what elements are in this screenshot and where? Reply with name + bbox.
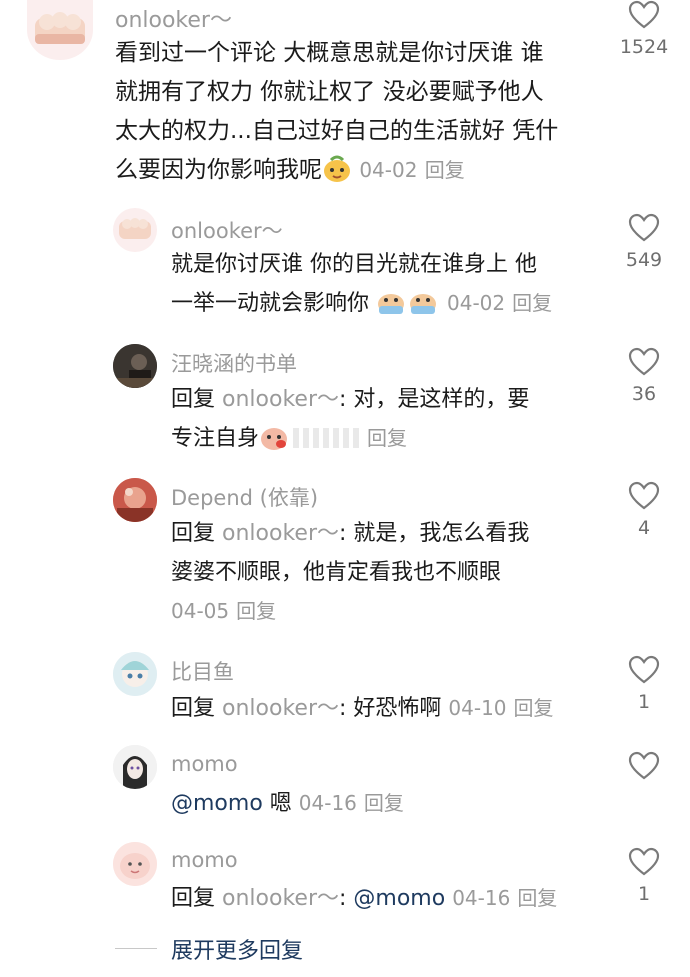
like-count: 549 <box>625 249 663 271</box>
username[interactable]: onlooker～ <box>171 215 283 245</box>
like-button[interactable] <box>614 751 674 781</box>
like-button[interactable]: 1 <box>614 847 674 905</box>
like-count: 36 <box>631 383 657 405</box>
reply-target-username[interactable]: onlooker～ <box>222 886 339 911</box>
heart-icon <box>628 655 660 684</box>
comment-line: 一举一动就会影响你 <box>171 291 370 316</box>
avatar[interactable] <box>113 344 157 388</box>
colon: : <box>339 886 354 911</box>
avatar[interactable] <box>113 478 157 522</box>
username[interactable]: 比目鱼 <box>171 656 234 686</box>
emoji-sticker-icon <box>322 155 352 196</box>
comment-date: 04-16 <box>452 886 511 910</box>
reply-prefix: 回复 <box>171 521 216 546</box>
expand-more-replies[interactable]: 展开更多回复 <box>115 933 455 964</box>
comment-line: 么要因为你影响我呢 <box>115 157 322 183</box>
reply-target-username[interactable]: onlooker～ <box>222 521 339 546</box>
comment-text: 回复 onlooker～: 对，是这样的，要 专注自身 回复 <box>171 380 529 464</box>
like-button[interactable]: 36 <box>614 347 674 405</box>
avatar[interactable] <box>27 0 93 60</box>
comment-line: : 对，是这样的，要 <box>339 387 530 412</box>
avatar[interactable] <box>113 652 157 696</box>
reply-button[interactable]: 回复 <box>517 886 557 910</box>
username[interactable]: Depend (依靠) <box>171 482 318 512</box>
comment-text: 回复 onlooker～: 好恐怖啊 04-10 回复 <box>171 689 554 728</box>
like-count: 1 <box>637 883 651 905</box>
emoji-sticker-icon <box>259 423 289 464</box>
reply-target-username[interactable]: onlooker～ <box>222 696 339 721</box>
mention-link[interactable]: @momo <box>353 886 445 911</box>
comment-line: 嗯 <box>262 791 292 816</box>
heart-icon <box>628 481 660 510</box>
reply-prefix: 回复 <box>171 387 216 412</box>
reply-prefix: 回复 <box>171 886 216 911</box>
comment-date: 04-05 <box>171 599 230 623</box>
heart-icon <box>628 213 660 242</box>
comment-text: 回复 onlooker～: @momo 04-16 回复 <box>171 879 557 918</box>
reply-target-username[interactable]: onlooker～ <box>222 387 339 412</box>
reply-button[interactable]: 回复 <box>514 696 554 720</box>
crying-emoji-icon <box>376 288 440 329</box>
expand-more-label: 展开更多回复 <box>171 939 304 964</box>
like-count: 4 <box>637 517 651 539</box>
comment-date: 04-10 <box>448 696 507 720</box>
comment-date: 04-02 <box>359 158 418 182</box>
reply-button[interactable]: 回复 <box>364 791 404 815</box>
like-button[interactable]: 1524 <box>614 0 674 58</box>
heart-icon <box>628 751 660 780</box>
comment-date: 04-02 <box>447 291 506 315</box>
reply-button[interactable]: 回复 <box>425 158 465 182</box>
comment-line: 专注自身 <box>171 426 260 451</box>
avatar[interactable] <box>113 208 157 252</box>
comment-text: 回复 onlooker～: 就是，我怎么看我 婆婆不顺眼，他肯定看我也不顺眼 0… <box>171 514 529 631</box>
comment-line: 太大的权力...自己过好自己的生活就好 凭什 <box>115 118 559 144</box>
comment-line: 就拥有了权力 你就让权了 没必要赋予他人 <box>115 79 544 105</box>
username[interactable]: momo <box>171 752 238 776</box>
reply-button[interactable]: 回复 <box>236 599 276 623</box>
heart-icon <box>628 847 660 876</box>
comment-date: 04-16 <box>298 791 357 815</box>
like-count: 1 <box>637 691 651 713</box>
reply-prefix: 回复 <box>171 696 216 721</box>
heart-icon <box>628 0 660 29</box>
comment-line: 看到过一个评论 大概意思就是你讨厌谁 谁 <box>115 40 544 66</box>
username[interactable]: 汪晓涵的书单 <box>171 348 297 378</box>
username[interactable]: momo <box>171 848 238 872</box>
divider-line <box>115 948 157 949</box>
comment-text: @momo 嗯 04-16 回复 <box>171 784 404 823</box>
like-button[interactable]: 4 <box>614 481 674 539</box>
comment-text: 就是你讨厌谁 你的目光就在谁身上 他 一举一动就会影响你 04-02 回复 <box>171 246 552 329</box>
reply-button[interactable]: 回复 <box>512 291 552 315</box>
comment-line: 就是你讨厌谁 你的目光就在谁身上 他 <box>171 252 537 277</box>
avatar[interactable] <box>113 842 157 886</box>
mention-link[interactable]: @momo <box>171 791 263 816</box>
comment-text: 看到过一个评论 大概意思就是你讨厌谁 谁 就拥有了权力 你就让权了 没必要赋予他… <box>115 34 558 196</box>
avatar[interactable] <box>113 745 157 789</box>
like-button[interactable]: 1 <box>614 655 674 713</box>
like-button[interactable]: 549 <box>614 213 674 271</box>
comment-line: : 好恐怖啊 <box>339 696 442 721</box>
blurred-region <box>293 428 364 448</box>
reply-button[interactable]: 回复 <box>367 426 407 450</box>
like-count: 1524 <box>619 36 669 58</box>
comment-line: 婆婆不顺眼，他肯定看我也不顺眼 <box>171 560 502 585</box>
comment-line: : 就是，我怎么看我 <box>339 521 530 546</box>
username[interactable]: onlooker～ <box>115 2 232 34</box>
heart-icon <box>628 347 660 376</box>
